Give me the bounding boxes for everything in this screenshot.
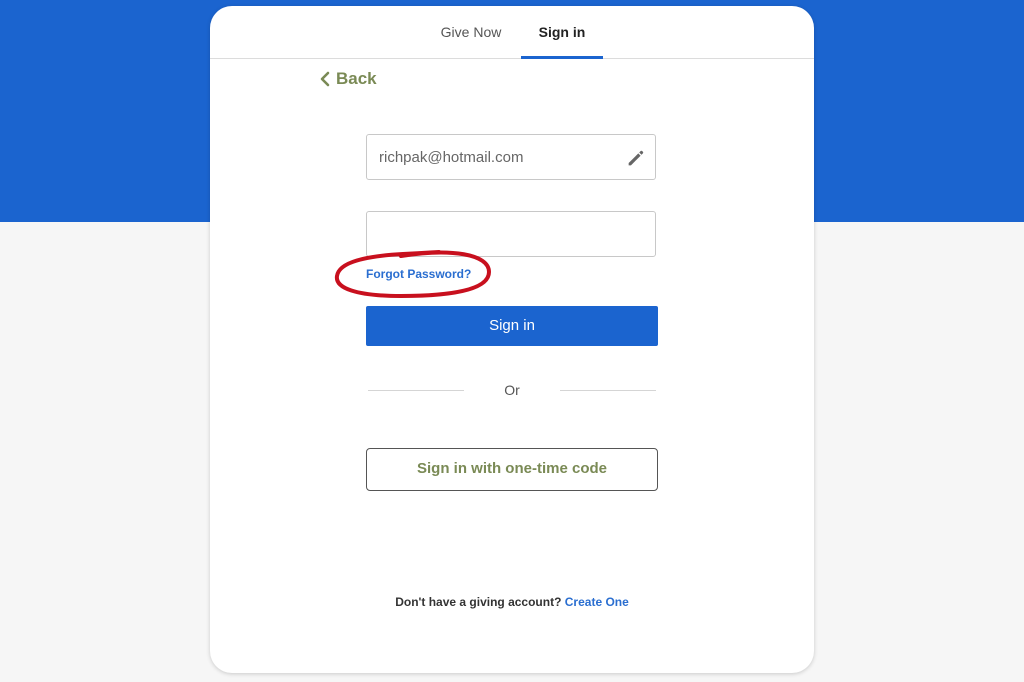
create-account-link[interactable]: Create One xyxy=(565,595,629,609)
footer-prompt: Don't have a giving account? Create One xyxy=(210,595,814,609)
sign-in-button[interactable]: Sign in xyxy=(366,306,658,346)
divider-line-left xyxy=(368,390,464,391)
page: Give Now Sign in Back Forgot Pass xyxy=(0,0,1024,682)
or-label: Or xyxy=(504,382,520,398)
active-tab-indicator xyxy=(521,56,603,59)
chevron-left-icon xyxy=(320,71,330,87)
tab-give-now[interactable]: Give Now xyxy=(429,6,513,58)
forgot-password-link[interactable]: Forgot Password? xyxy=(366,267,471,281)
divider-line-right xyxy=(560,390,656,391)
password-input[interactable] xyxy=(367,212,619,256)
password-field[interactable] xyxy=(366,211,656,257)
tab-sign-in[interactable]: Sign in xyxy=(521,6,603,59)
signin-card: Give Now Sign in Back Forgot Pass xyxy=(210,6,814,673)
pencil-icon[interactable] xyxy=(625,147,647,169)
back-link[interactable]: Back xyxy=(320,68,377,90)
one-time-code-button[interactable]: Sign in with one-time code xyxy=(366,448,658,491)
tab-give-now-label: Give Now xyxy=(440,24,502,40)
tab-sign-in-label: Sign in xyxy=(538,24,586,40)
footer-prompt-text: Don't have a giving account? xyxy=(395,595,562,609)
tab-bar: Give Now Sign in xyxy=(210,6,814,59)
email-input[interactable] xyxy=(367,135,619,179)
back-label: Back xyxy=(336,69,377,88)
email-field[interactable] xyxy=(366,134,656,180)
